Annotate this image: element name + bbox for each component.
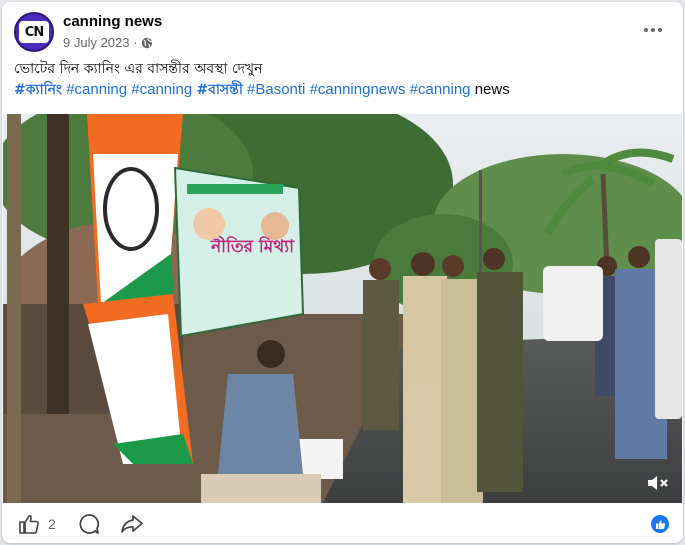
trailing-word: news: [474, 81, 510, 98]
mute-icon[interactable]: [646, 473, 670, 493]
like-icon: [19, 514, 39, 534]
banner-portrait: [193, 208, 225, 240]
page-avatar[interactable]: CN: [14, 12, 54, 52]
avatar-logo: CN: [19, 21, 49, 43]
hashtag-link[interactable]: #canningnews: [310, 81, 406, 98]
hashtag-link[interactable]: #ক্যানিং: [14, 82, 62, 98]
person-head: [257, 340, 285, 368]
post-meta: 9 July 2023 ·: [63, 35, 153, 50]
comment-button[interactable]: [78, 513, 100, 535]
tree-trunk: [7, 114, 21, 503]
person-legs: [201, 474, 321, 503]
hashtag-link[interactable]: #বাসন্তী: [196, 82, 243, 98]
like-badge-icon: [651, 515, 669, 533]
dot: [658, 28, 662, 32]
like-badge-thumb: [655, 519, 665, 529]
video-frame: নীতির মিথ্যা: [3, 114, 682, 503]
like-button[interactable]: 2: [18, 513, 56, 535]
banner-text: নীতির মিথ্যা: [210, 235, 295, 257]
like-count: 2: [48, 516, 56, 532]
share-button[interactable]: [120, 513, 144, 535]
post-date[interactable]: 9 July 2023 ·: [63, 35, 137, 50]
hashtag-link[interactable]: #canning: [410, 81, 471, 98]
post-card: CN canning news 9 July 2023 · ভোটের দিন …: [2, 2, 683, 543]
globe-icon: [142, 37, 153, 48]
share-icon: [121, 515, 143, 533]
post-caption: ভোটের দিন ক্যানিং এর বাসন্তীর অবস্থা দেখ…: [14, 61, 263, 77]
hashtag-list: #ক্যানিং #canning #canning #বাসন্তী #Bas…: [14, 81, 475, 98]
tree-trunk: [47, 114, 69, 414]
hashtag-link[interactable]: #canning: [66, 81, 127, 98]
hashtag-line: #ক্যানিং #canning #canning #বাসন্তী #Bas…: [14, 80, 510, 100]
more-options-icon[interactable]: [637, 18, 669, 42]
video-player[interactable]: নীতির মিথ্যা: [3, 114, 682, 503]
comment-icon: [79, 514, 100, 534]
dot: [651, 28, 655, 32]
page-name[interactable]: canning news: [63, 13, 162, 30]
banner-stripe: [187, 184, 283, 194]
hashtag-link[interactable]: #Basonti: [247, 81, 305, 98]
parked-car: [543, 266, 603, 341]
parked-car: [655, 239, 682, 419]
hashtag-link[interactable]: #canning: [131, 81, 192, 98]
dot: [644, 28, 648, 32]
banner-portrait: [261, 212, 289, 240]
post-header: CN canning news 9 July 2023 ·: [2, 2, 683, 58]
person-seated: [218, 374, 303, 474]
action-bar: 2: [2, 507, 683, 541]
